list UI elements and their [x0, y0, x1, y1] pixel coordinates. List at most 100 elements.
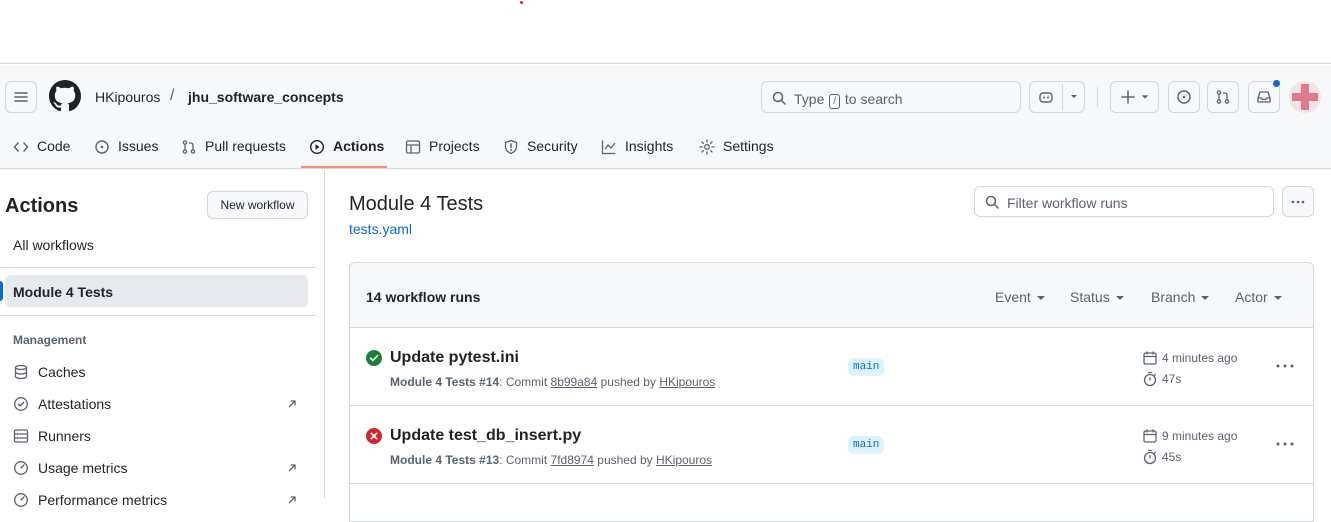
divider — [0, 267, 316, 268]
slash-key: / — [829, 94, 841, 109]
external-link-icon — [288, 464, 296, 472]
sidebar-item-performance-metrics[interactable]: Performance metrics — [13, 490, 167, 510]
management-heading: Management — [13, 333, 87, 347]
run-title-link[interactable]: Update test_db_insert.py — [390, 427, 581, 445]
calendar-icon — [1143, 351, 1157, 365]
search-placeholder: Type / to search — [794, 91, 903, 109]
run-options-icon[interactable] — [1275, 358, 1295, 374]
menu-button[interactable] — [5, 81, 37, 113]
tab-insights[interactable]: Insights — [601, 133, 673, 169]
play-icon — [309, 139, 325, 155]
branch-label[interactable]: main — [848, 436, 885, 454]
tab-projects[interactable]: Projects — [405, 133, 480, 169]
path-separator: / — [170, 87, 175, 104]
all-workflows-link[interactable]: All workflows — [13, 237, 94, 253]
caret-down-icon — [1036, 296, 1045, 301]
gear-icon — [699, 139, 715, 155]
tab-settings[interactable]: Settings — [699, 133, 774, 169]
run-title-link[interactable]: Update pytest.ini — [390, 349, 519, 367]
inbox-icon — [1257, 91, 1271, 103]
commit-link[interactable]: 7fd8974 — [551, 453, 594, 467]
plus-icon — [1120, 90, 1135, 104]
active-indicator — [0, 281, 3, 301]
caret-down-icon — [1201, 296, 1210, 301]
filter-placeholder: Filter workflow runs — [1007, 195, 1128, 211]
tab-security[interactable]: Security — [503, 133, 578, 169]
run-timestamp: 4 minutes ago — [1142, 350, 1237, 366]
sidebar-title: Actions — [5, 195, 79, 217]
stopwatch-icon — [1143, 371, 1157, 387]
hamburger-icon — [14, 92, 28, 102]
run-options-icon[interactable] — [1275, 436, 1295, 452]
external-link-icon — [288, 400, 296, 408]
table-icon — [405, 140, 421, 154]
workflow-file-link[interactable]: tests.yaml — [349, 221, 412, 237]
pull-requests-button[interactable] — [1207, 81, 1239, 113]
tab-code[interactable]: Code — [13, 133, 70, 169]
graph-icon — [601, 140, 616, 155]
database-icon — [14, 364, 28, 380]
tab-issues[interactable]: Issues — [94, 133, 158, 169]
author-link[interactable]: HKipouros — [659, 375, 715, 389]
status-filter-dropdown[interactable]: Status — [1070, 289, 1124, 305]
sidebar-item-caches[interactable]: Caches — [13, 362, 85, 382]
branch-label[interactable]: main — [848, 358, 885, 376]
selected-tab-indicator — [301, 166, 387, 168]
tab-pull-requests[interactable]: Pull requests — [181, 133, 286, 169]
stopwatch-icon — [1143, 449, 1157, 465]
repo-name-link[interactable]: jhu_software_concepts — [188, 89, 344, 105]
run-timestamp: 9 minutes ago — [1142, 428, 1237, 444]
create-new-button[interactable] — [1110, 81, 1159, 113]
run-meta: Module 4 Tests #14: Commit 8b99a84 pushe… — [390, 375, 716, 389]
search-icon — [772, 91, 786, 105]
workflow-runs-list: 14 workflow runs Event Status Branch Act… — [349, 262, 1314, 522]
more-options-button[interactable] — [1282, 186, 1314, 217]
calendar-icon — [1143, 429, 1157, 443]
chevron-down-icon — [1141, 95, 1148, 99]
caret-down-icon — [1115, 296, 1124, 301]
chevron-down-icon — [1071, 95, 1077, 98]
shield-icon — [504, 139, 518, 155]
github-logo-icon[interactable] — [49, 80, 81, 112]
copilot-icon — [1039, 92, 1053, 103]
kebab-horizontal-icon — [1291, 200, 1305, 203]
run-duration: 45s — [1142, 449, 1181, 465]
issues-button[interactable] — [1168, 81, 1200, 113]
author-link[interactable]: HKipouros — [656, 453, 712, 467]
commit-link[interactable]: 8b99a84 — [551, 375, 598, 389]
sidebar-item-runners[interactable]: Runners — [13, 426, 91, 446]
event-filter-dropdown[interactable]: Event — [995, 289, 1045, 305]
issue-icon — [95, 140, 109, 154]
repo-owner-link[interactable]: HKipouros — [95, 89, 160, 105]
sidebar-item-label: Module 4 Tests — [13, 284, 114, 300]
pull-request-icon — [1216, 90, 1230, 104]
copilot-button[interactable] — [1029, 81, 1085, 113]
failure-x-icon — [366, 428, 382, 444]
workflow-run-row[interactable]: Update pytest.ini Module 4 Tests #14: Co… — [350, 328, 1313, 406]
divider — [0, 315, 316, 316]
search-input[interactable]: Type / to search — [761, 81, 1021, 113]
runs-list-header: 14 workflow runs Event Status Branch Act… — [350, 263, 1313, 328]
filter-runs-input[interactable]: Filter workflow runs — [974, 186, 1274, 217]
avatar[interactable] — [1289, 81, 1321, 113]
branch-filter-dropdown[interactable]: Branch — [1151, 289, 1210, 305]
red-dot — [520, 1, 523, 4]
code-icon — [13, 142, 29, 152]
sidebar-item-usage-metrics[interactable]: Usage metrics — [13, 458, 127, 478]
browser-blank-area — [0, 0, 1331, 64]
external-link-icon — [288, 496, 296, 504]
meter-icon — [14, 461, 28, 475]
notification-dot — [1272, 79, 1281, 88]
runs-count: 14 workflow runs — [366, 289, 481, 305]
pull-request-icon — [182, 140, 196, 154]
new-workflow-button[interactable]: New workflow — [207, 191, 308, 219]
issue-icon — [1177, 90, 1191, 104]
actor-filter-dropdown[interactable]: Actor — [1235, 289, 1282, 305]
tab-actions[interactable]: Actions — [309, 133, 384, 169]
sidebar-item-attestations[interactable]: Attestations — [13, 394, 111, 414]
workflow-run-row[interactable]: Update test_db_insert.py Module 4 Tests … — [350, 406, 1313, 484]
meter-icon — [14, 493, 28, 507]
actions-sidebar: Actions New workflow All workflows Modul… — [0, 170, 325, 508]
page-title: Module 4 Tests — [349, 193, 484, 215]
run-duration: 47s — [1142, 371, 1181, 387]
